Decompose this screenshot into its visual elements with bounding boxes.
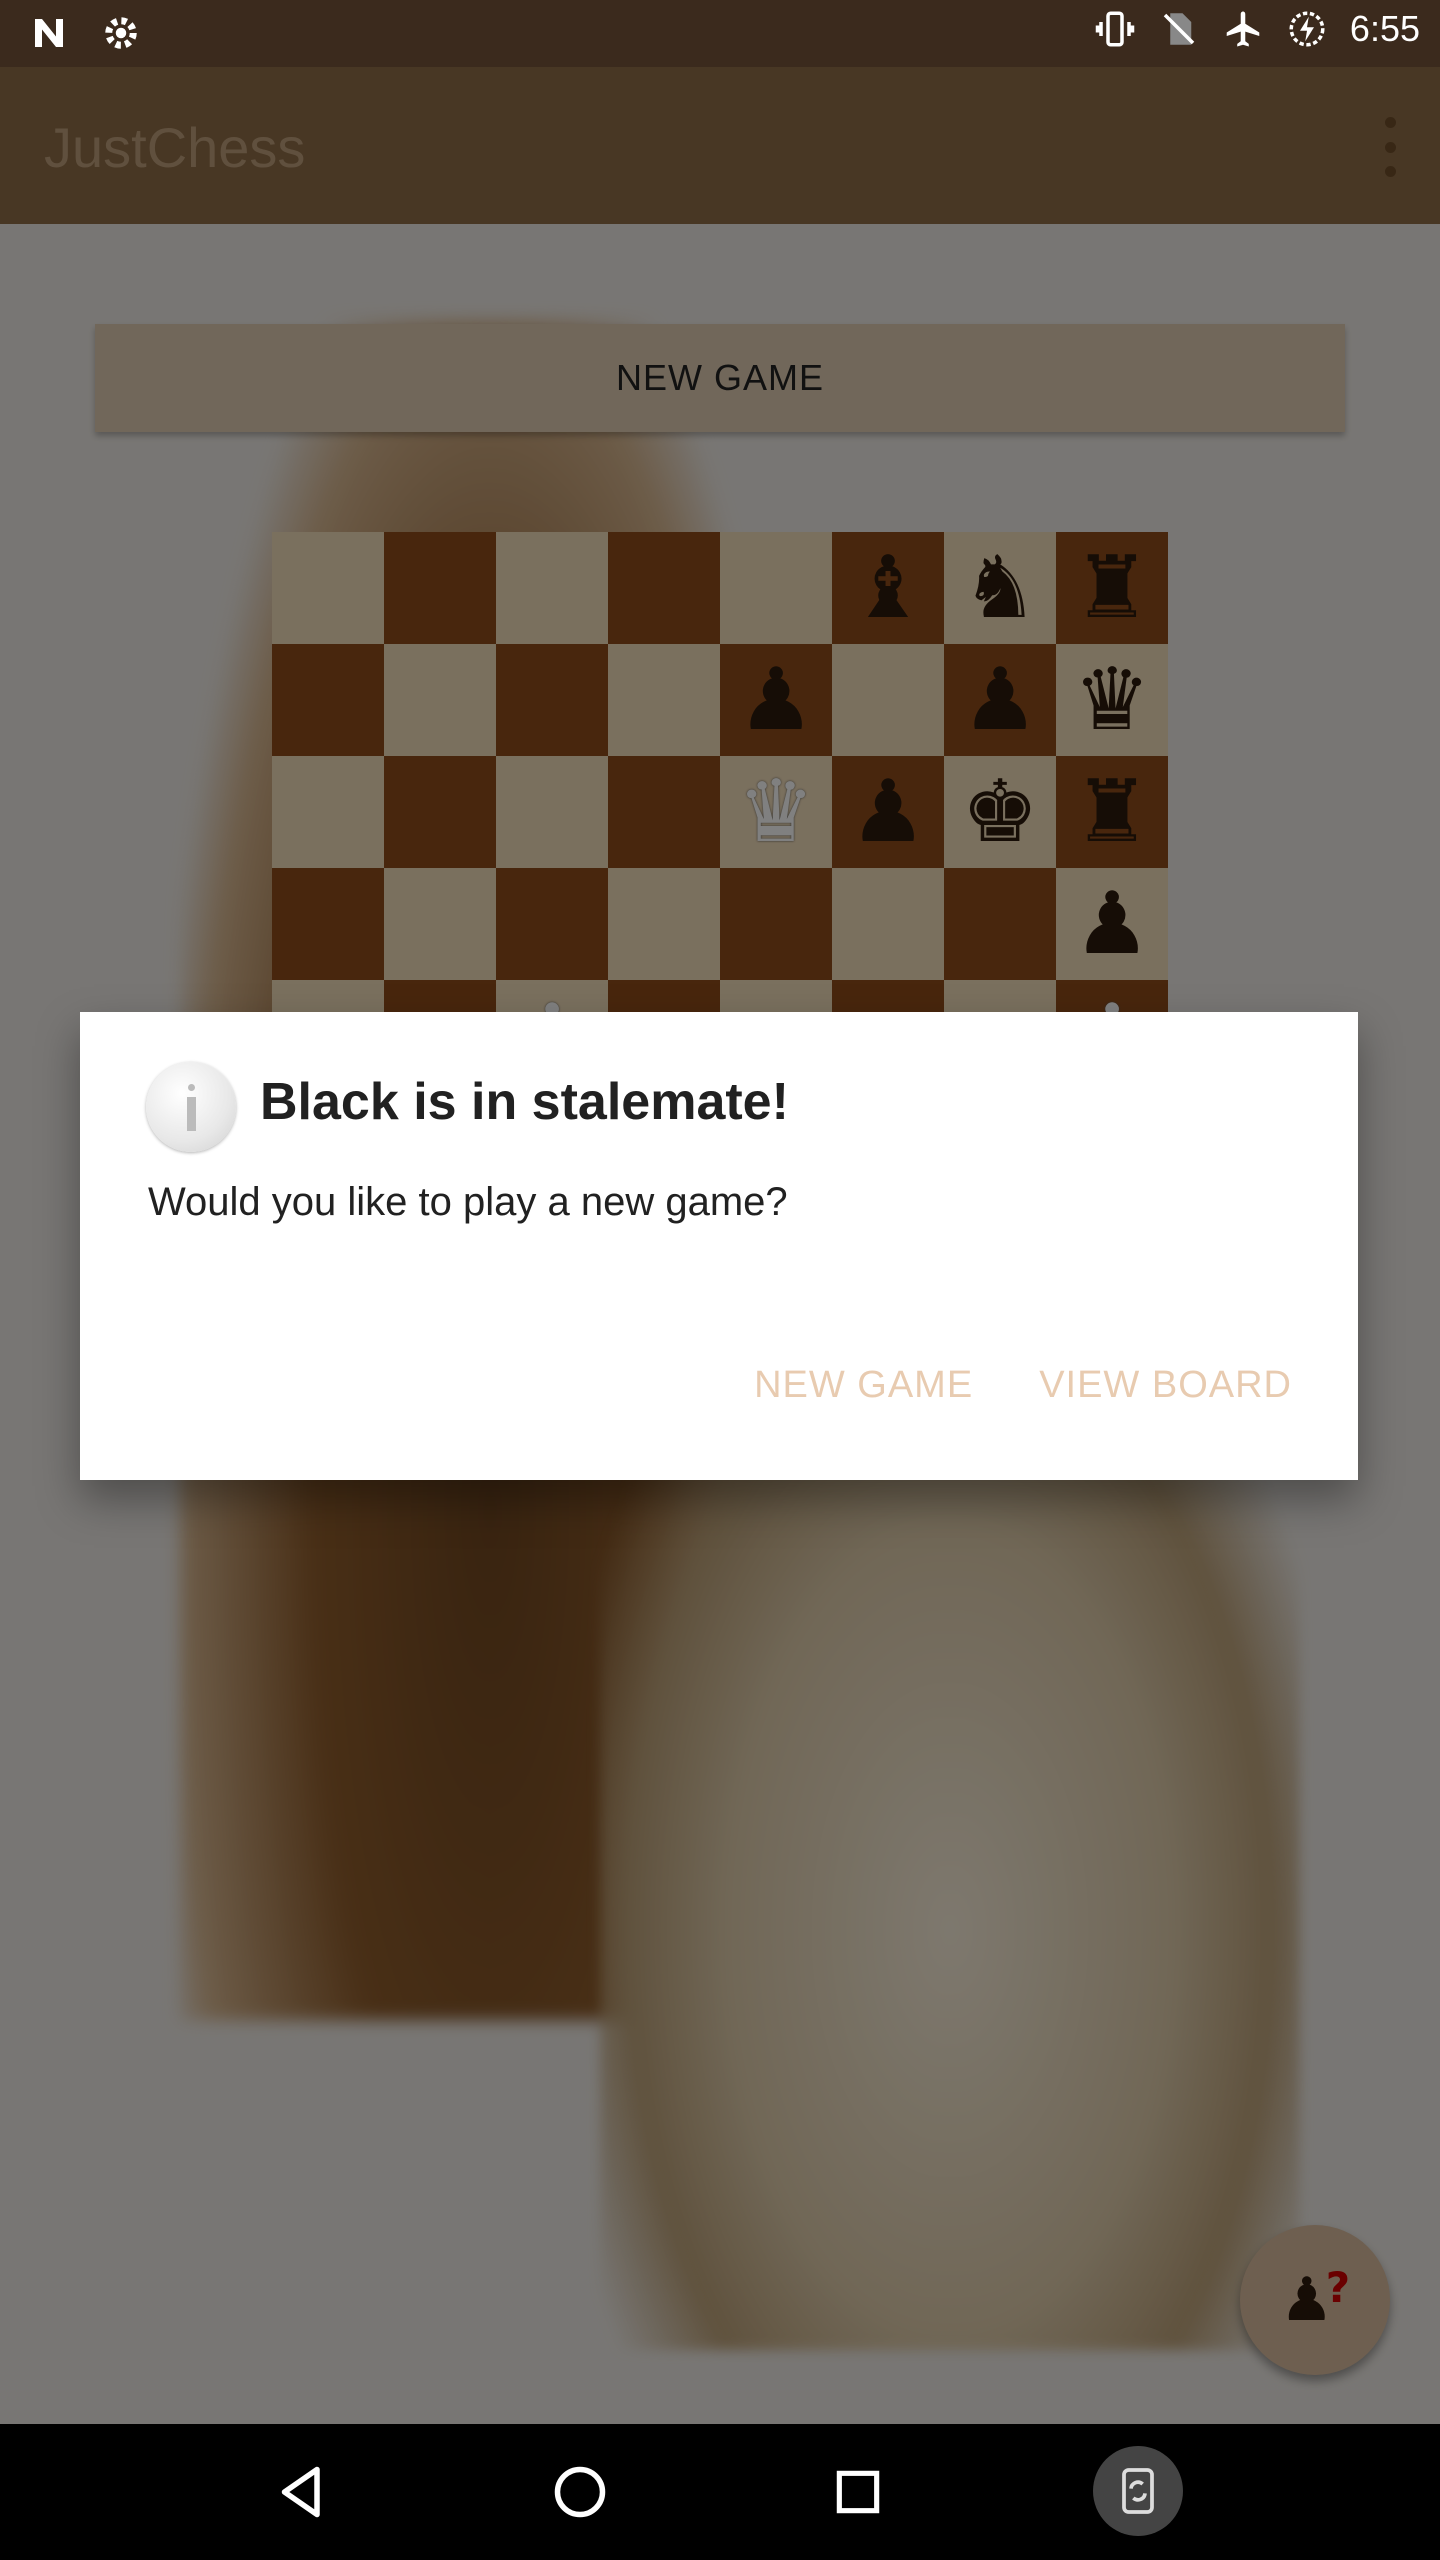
navigation-bar (0, 2424, 1440, 2560)
notification-n-icon (35, 19, 63, 47)
home-icon[interactable] (540, 2452, 620, 2532)
dialog-title: Black is in stalemate! (260, 1073, 789, 1131)
battery-charging-icon (1289, 11, 1325, 47)
dialog-message: Would you like to play a new game? (148, 1180, 788, 1224)
no-sim-icon (1163, 13, 1195, 45)
clock: 6:55 (1349, 8, 1420, 49)
dialog-new-game-button[interactable]: NEW GAME (754, 1364, 973, 1407)
settings-gear-icon (105, 17, 137, 49)
status-bar: 6:55 (0, 0, 1440, 67)
info-icon (146, 1062, 236, 1152)
rotate-icon[interactable] (1093, 2446, 1183, 2536)
stalemate-dialog: Black is in stalemate! Would you like to… (80, 1012, 1358, 1480)
airplane-mode-icon (1226, 11, 1260, 47)
dialog-view-board-button[interactable]: VIEW BOARD (1039, 1364, 1292, 1407)
vibrate-icon (1095, 11, 1135, 47)
back-icon[interactable] (262, 2452, 342, 2532)
recents-icon[interactable] (818, 2452, 898, 2532)
